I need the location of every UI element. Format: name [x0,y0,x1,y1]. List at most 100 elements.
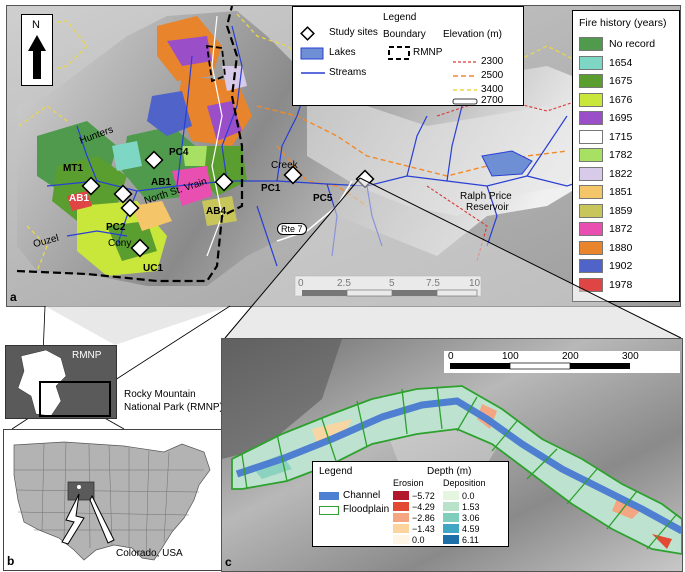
scale-a-0: 0 [298,278,304,289]
legend-a: Legend Study sites Lakes Streams Boundar… [292,6,524,106]
fire-label: 1851 [609,186,633,199]
map-panel-a: N Legend Study sites Lakes Streams Bound… [6,5,681,307]
scale-a-5: 5 [389,278,395,289]
colorado-state [67,481,95,501]
site-label-uc1: UC1 [143,263,164,274]
legend-floodplain: Floodplain [343,504,390,515]
deposition-swatch [443,513,459,522]
fire-history-item: 1654 [573,54,679,73]
site-label-pc2: PC2 [106,222,126,233]
fire-swatch [579,277,603,292]
erosion-item: −1.43 [393,523,435,534]
legend-boundary-title: Boundary [383,29,426,40]
fire-label: 1978 [609,278,633,291]
deposition-swatch [443,524,459,533]
deposition-label: 0.0 [462,490,475,501]
fire-label: 1872 [609,223,633,236]
site-label-ab1b: AB1 [151,177,172,188]
fire-history-title: Fire history (years) [579,17,667,29]
fire-swatch [579,37,603,52]
fire-swatch [579,111,603,126]
fire-history-item: 1902 [573,257,679,276]
fire-history-item: No record [573,35,679,54]
legend-rmnp: RMNP [413,47,443,58]
erosion-label: 0.0 [412,534,425,545]
fire-label: 1782 [609,149,633,162]
fire-history-item: 1872 [573,220,679,239]
legend-channel: Channel [343,490,381,501]
fire-label: 1654 [609,56,633,69]
legend-c: Legend Channel Floodplain Depth (m) Eros… [312,461,509,547]
site-label-ab1: AB1 [69,193,90,204]
fire-label: 1859 [609,204,633,217]
park-name-line2: National Park (RMNP) [124,402,223,413]
fire-label: 1715 [609,130,633,143]
rmnp-inset: RMNP [5,345,117,419]
erosion-swatch [393,491,409,500]
panel-letter-a: a [10,290,17,304]
deposition-label: 1.53 [462,501,480,512]
deposition-item: 4.59 [443,523,480,534]
panel-letter-c: c [225,555,232,569]
scale-a-7-5: 7.5 [426,278,440,289]
fire-swatch [579,74,603,89]
fire-history-legend: Fire history (years) No record 1654 1675 16… [572,10,680,302]
deposition-item: 3.06 [443,512,480,523]
deposition-swatch [443,491,459,500]
fire-history-item: 1978 [573,276,679,295]
fire-swatch [579,240,603,255]
erosion-item: 0.0 [393,534,435,545]
deposition-label: 4.59 [462,523,480,534]
erosion-item: −2.86 [393,512,435,523]
fire-history-item: 1851 [573,183,679,202]
deposition-swatch [443,502,459,511]
erosion-swatch [393,524,409,533]
scale-c-200: 200 [562,351,579,362]
fire-label: 1902 [609,260,633,273]
erosion-swatch [393,535,409,544]
depth-title: Depth (m) [427,466,472,477]
place-ralph-price: Ralph Price [460,191,512,202]
legend-lakes: Lakes [329,47,356,58]
site-label-pc4: PC4 [169,147,189,158]
place-creek-north: Creek [271,160,298,171]
deposition-title: Deposition [443,478,486,488]
scale-c-100: 100 [502,351,519,362]
fire-swatch [579,185,603,200]
deposition-label: 3.06 [462,512,480,523]
fire-swatch [579,222,603,237]
elev-3400: 3400 [481,84,504,95]
fire-label: 1676 [609,93,633,106]
park-name-line1: Rocky Mountain [124,389,196,400]
fire-swatch [579,203,603,218]
fire-history-item: 1782 [573,146,679,165]
fire-swatch [579,148,603,163]
erosion-item: −5.72 [393,490,435,501]
deposition-item: 0.0 [443,490,480,501]
north-arrow-icon [28,35,46,79]
usa-map-svg [13,441,211,561]
map-panel-c: 0 100 200 300 Legend Channel Floodplain … [221,338,683,572]
scale-c-300: 300 [622,351,639,362]
channel-swatch [319,492,339,500]
fire-label: 1675 [609,75,633,88]
fire-history-item: 1822 [573,165,679,184]
panel-letter-b: b [7,554,15,568]
erosion-list: −5.72 −4.29 −2.86 −1.43 0.0 [393,490,435,545]
deposition-list: 0.0 1.53 3.06 4.59 6.11 [443,490,480,545]
erosion-swatch [393,502,409,511]
fire-history-item: 1675 [573,72,679,91]
legend-c-title: Legend [319,466,353,477]
deposition-label: 6.11 [462,534,479,545]
fire-swatch [579,55,603,70]
fire-swatch [579,166,603,181]
fire-history-item: 1676 [573,91,679,110]
scale-c-0: 0 [448,351,454,362]
place-reservoir: Reservoir [466,202,509,213]
fire-label: 1695 [609,112,633,125]
fire-label: 1880 [609,241,633,254]
scale-a-10: 10 [469,278,481,289]
erosion-label: −4.29 [412,501,435,512]
erosion-item: −4.29 [393,501,435,512]
deposition-swatch [443,535,459,544]
